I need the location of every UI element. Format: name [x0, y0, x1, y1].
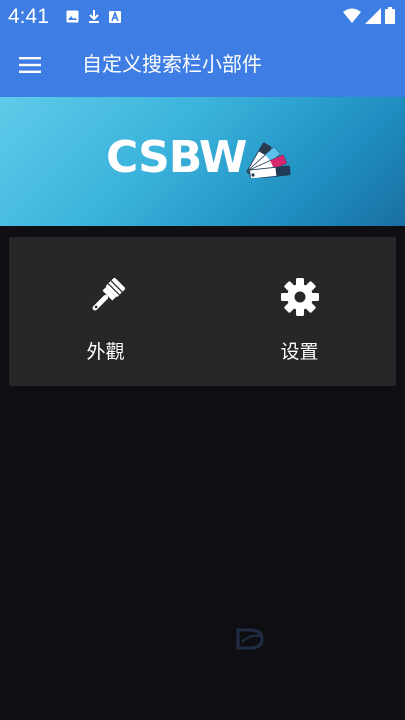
status-time: 4:41	[8, 5, 49, 28]
header-banner: CSBW	[0, 97, 405, 226]
appearance-tile[interactable]: 外觀	[9, 237, 202, 386]
menu-card: 外觀 设置	[9, 237, 396, 386]
gear-icon	[279, 276, 321, 318]
appearance-label: 外觀	[86, 341, 125, 363]
battery-icon	[385, 7, 395, 28]
status-bar: 4:41	[0, 0, 405, 33]
a-badge-icon	[109, 8, 121, 27]
paintbrush-icon	[85, 276, 127, 318]
hamburger-menu-icon[interactable]	[10, 45, 50, 85]
signal-icon	[365, 7, 381, 28]
app-bar: 自定义搜索栏小部件	[0, 33, 405, 97]
settings-tile[interactable]: 设置	[203, 237, 396, 386]
system-icons	[343, 7, 395, 28]
notification-icons	[66, 8, 121, 27]
watermark	[236, 628, 264, 650]
color-swatch-icon	[246, 134, 294, 182]
app-logo: CSBW	[106, 130, 294, 186]
page-title: 自定义搜索栏小部件	[82, 52, 262, 76]
logo-text: CSBW	[106, 132, 247, 183]
wifi-icon	[343, 8, 361, 28]
settings-label: 设置	[280, 341, 319, 363]
download-icon	[88, 8, 100, 27]
image-icon	[66, 8, 79, 27]
